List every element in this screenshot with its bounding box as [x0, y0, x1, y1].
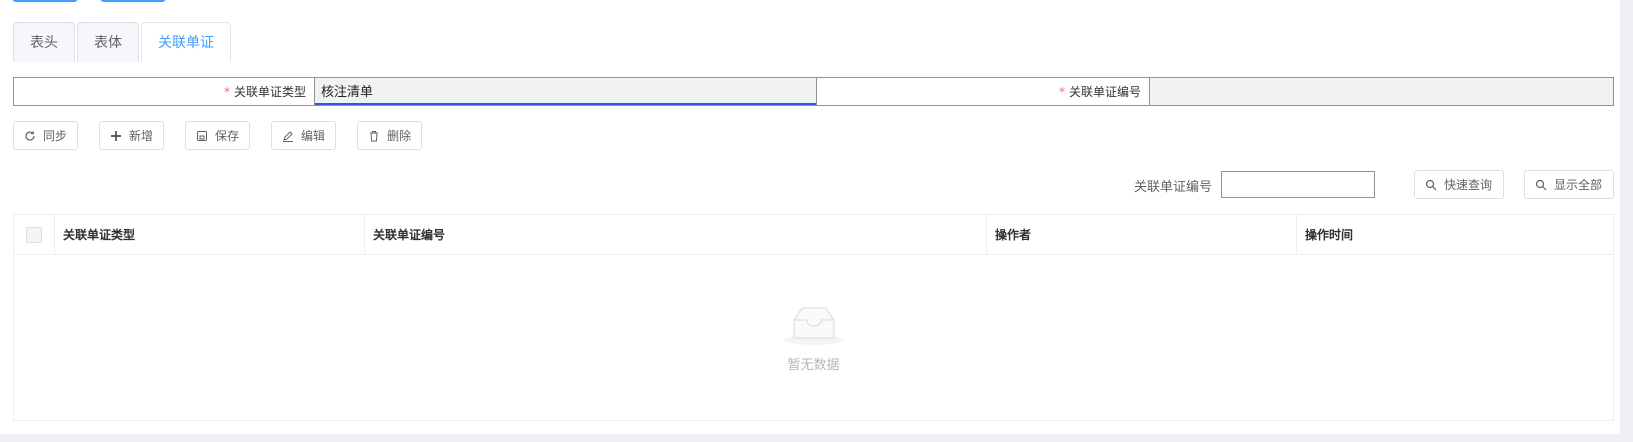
page-bottom-gutter [0, 434, 1633, 442]
tab-bar: 表头 表体 关联单证 [13, 22, 233, 62]
column-header-doc-number[interactable]: 关联单证编号 [365, 215, 987, 254]
empty-inbox-icon [783, 307, 844, 345]
select-all-cell [14, 215, 55, 254]
refresh-icon [25, 130, 35, 141]
column-header-operation-time[interactable]: 操作时间 [1297, 215, 1613, 254]
tab-related-documents[interactable]: 关联单证 [141, 22, 231, 62]
show-all-button[interactable]: 显示全部 [1524, 170, 1614, 199]
empty-state-text: 暂无数据 [787, 358, 840, 373]
search-input[interactable] [1221, 171, 1375, 198]
empty-state: 暂无数据 [14, 255, 1613, 420]
page-right-gutter [1620, 0, 1633, 442]
tab-header[interactable]: 表头 [13, 22, 75, 62]
related-doc-type-label: * 关联单证类型 [14, 78, 315, 105]
related-doc-form: * 关联单证类型 * 关联单证编号 [13, 77, 1614, 106]
related-docs-table: 关联单证类型 关联单证编号 操作者 操作时间 暂无数据 [13, 214, 1614, 421]
edit-button[interactable]: 编辑 [271, 121, 337, 150]
delete-button[interactable]: 删除 [357, 121, 423, 150]
column-header-operator[interactable]: 操作者 [987, 215, 1297, 254]
top-primary-button-1[interactable] [12, 0, 78, 2]
save-button[interactable]: 保存 [185, 121, 251, 150]
show-all-label: 显示全部 [1554, 178, 1603, 192]
add-button[interactable]: 新增 [99, 121, 165, 150]
related-doc-number-input[interactable] [1150, 78, 1613, 105]
sync-button-label: 同步 [43, 129, 68, 143]
related-doc-number-label: * 关联单证编号 [817, 78, 1150, 105]
plus-icon [111, 130, 122, 141]
search-icon [1535, 179, 1547, 190]
edit-icon [283, 130, 294, 142]
quick-query-label: 快速查询 [1444, 178, 1493, 192]
tab-body[interactable]: 表体 [77, 22, 139, 62]
top-primary-button-2[interactable] [100, 0, 166, 2]
add-button-label: 新增 [129, 129, 154, 143]
search-icon [1425, 179, 1437, 190]
edit-button-label: 编辑 [301, 129, 326, 143]
related-doc-type-input[interactable] [315, 78, 816, 105]
related-doc-number-label-text: 关联单证编号 [1068, 85, 1141, 99]
related-doc-type-field-wrap [315, 78, 817, 105]
search-label: 关联单证编号 [1134, 180, 1213, 195]
save-button-label: 保存 [215, 129, 240, 143]
related-doc-number-field-wrap [1150, 78, 1613, 105]
save-icon [197, 130, 208, 141]
sync-button[interactable]: 同步 [13, 121, 79, 150]
required-mark: * [223, 84, 230, 99]
trash-icon [370, 130, 379, 141]
related-doc-type-label-text: 关联单证类型 [233, 85, 306, 99]
delete-button-label: 删除 [387, 129, 412, 143]
column-header-doc-type[interactable]: 关联单证类型 [55, 215, 365, 254]
table-header: 关联单证类型 关联单证编号 操作者 操作时间 [14, 215, 1613, 255]
toolbar: 同步 新增 保存 编辑 删除 [13, 121, 443, 150]
select-all-checkbox[interactable] [26, 226, 42, 243]
required-mark: * [1058, 84, 1065, 99]
quick-query-button[interactable]: 快速查询 [1414, 170, 1504, 199]
